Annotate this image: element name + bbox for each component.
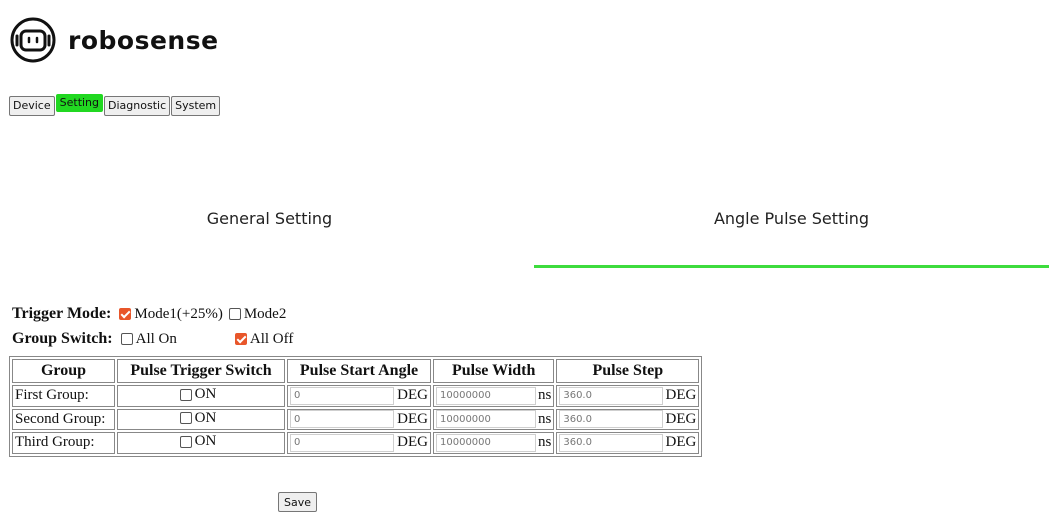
start-angle-unit: DEG	[397, 387, 428, 404]
pulse-width-input[interactable]	[436, 386, 536, 405]
all-off-label: All Off	[249, 330, 294, 347]
tab-system[interactable]: System	[171, 96, 221, 116]
pulse-start-angle-cell: DEG	[287, 385, 431, 407]
all-off-checkbox[interactable]	[234, 333, 247, 345]
pulse-width-input[interactable]	[436, 410, 536, 429]
table-row: Second Group: ON DEG ns	[12, 408, 700, 430]
all-on-label: All On	[135, 330, 177, 347]
header-pulse-start-angle: Pulse Start Angle	[287, 359, 431, 383]
mode2-checkbox[interactable]	[228, 308, 241, 320]
tab-device[interactable]: Device	[9, 96, 55, 116]
start-angle-unit: DEG	[397, 434, 428, 451]
pulse-step-cell: DEG	[556, 408, 700, 430]
pulse-width-cell: ns	[433, 385, 555, 407]
trigger-switch-option[interactable]: ON	[179, 433, 217, 450]
trigger-switch-checkbox[interactable]	[179, 388, 192, 401]
table-row: First Group: ON DEG ns	[12, 385, 700, 407]
mode1-checkbox[interactable]	[119, 308, 132, 320]
pulse-width-cell: ns	[433, 432, 555, 454]
pulse-step-input[interactable]	[559, 433, 664, 452]
pulse-step-input[interactable]	[559, 386, 664, 405]
header-pulse-width: Pulse Width	[433, 359, 555, 383]
pulse-start-angle-cell: DEG	[287, 408, 431, 430]
group-switch-option-all-on[interactable]: All On	[120, 330, 177, 348]
group-name: Second Group:	[12, 408, 115, 430]
pulse-width-unit: ns	[538, 434, 552, 451]
trigger-switch-checkbox[interactable]	[179, 412, 192, 424]
group-switch-row: Group Switch: All On All Off	[12, 330, 299, 348]
trigger-mode-label: Trigger Mode:	[12, 305, 112, 322]
group-name: First Group:	[12, 385, 115, 407]
save-button[interactable]: Save	[278, 492, 318, 512]
subtab-general-setting[interactable]: General Setting	[12, 209, 527, 228]
group-switch-option-all-off[interactable]: All Off	[234, 330, 294, 348]
table-row: Third Group: ON DEG ns	[12, 432, 700, 454]
brand-logo: robosense	[10, 17, 219, 63]
mode1-label: Mode1(+25%)	[134, 305, 223, 322]
pulse-trigger-switch: ON	[117, 432, 285, 454]
trigger-switch-label: ON	[194, 433, 217, 449]
pulse-step-cell: DEG	[556, 432, 700, 454]
pulse-step-input[interactable]	[559, 410, 664, 429]
active-subtab-underline	[534, 265, 1049, 268]
pulse-start-angle-input[interactable]	[290, 410, 394, 429]
tab-setting[interactable]: Setting	[55, 94, 104, 112]
header-pulse-step: Pulse Step	[556, 359, 700, 383]
pulse-width-unit: ns	[538, 410, 552, 427]
trigger-mode-row: Trigger Mode: Mode1(+25%) Mode2	[12, 305, 292, 323]
pulse-start-angle-input[interactable]	[290, 433, 394, 452]
all-on-checkbox[interactable]	[120, 333, 133, 345]
pulse-trigger-switch: ON	[117, 408, 285, 430]
pulse-step-unit: DEG	[665, 434, 697, 451]
top-nav-tabs: Device Setting Diagnostic System	[9, 94, 221, 116]
header-group: Group	[12, 359, 115, 383]
trigger-switch-label: ON	[194, 409, 217, 426]
pulse-step-cell: DEG	[556, 385, 700, 407]
table-header-row: Group Pulse Trigger Switch Pulse Start A…	[12, 359, 700, 383]
tab-diagnostic[interactable]: Diagnostic	[104, 96, 171, 116]
pulse-step-unit: DEG	[665, 410, 697, 427]
trigger-switch-option[interactable]: ON	[179, 409, 217, 427]
trigger-mode-option-mode1[interactable]: Mode1(+25%)	[119, 305, 223, 323]
brand-name: robosense	[68, 25, 219, 55]
trigger-switch-label: ON	[194, 386, 217, 402]
trigger-mode-option-mode2[interactable]: Mode2	[228, 305, 287, 323]
robot-logo-icon	[10, 17, 56, 63]
trigger-switch-option[interactable]: ON	[179, 386, 217, 403]
trigger-switch-checkbox[interactable]	[179, 435, 192, 448]
pulse-trigger-switch: ON	[117, 385, 285, 407]
pulse-width-unit: ns	[538, 387, 552, 404]
pulse-start-angle-cell: DEG	[287, 432, 431, 454]
group-switch-label: Group Switch:	[12, 330, 113, 347]
pulse-start-angle-input[interactable]	[290, 386, 394, 405]
group-name: Third Group:	[12, 432, 115, 454]
pulse-step-unit: DEG	[665, 387, 697, 404]
pulse-width-input[interactable]	[436, 433, 536, 452]
mode2-label: Mode2	[243, 305, 287, 322]
pulse-width-cell: ns	[433, 408, 555, 430]
subtab-angle-pulse-setting[interactable]: Angle Pulse Setting	[534, 209, 1049, 228]
pulse-settings-table: Group Pulse Trigger Switch Pulse Start A…	[9, 356, 703, 457]
header-pulse-trigger-switch: Pulse Trigger Switch	[117, 359, 285, 383]
start-angle-unit: DEG	[397, 410, 428, 427]
